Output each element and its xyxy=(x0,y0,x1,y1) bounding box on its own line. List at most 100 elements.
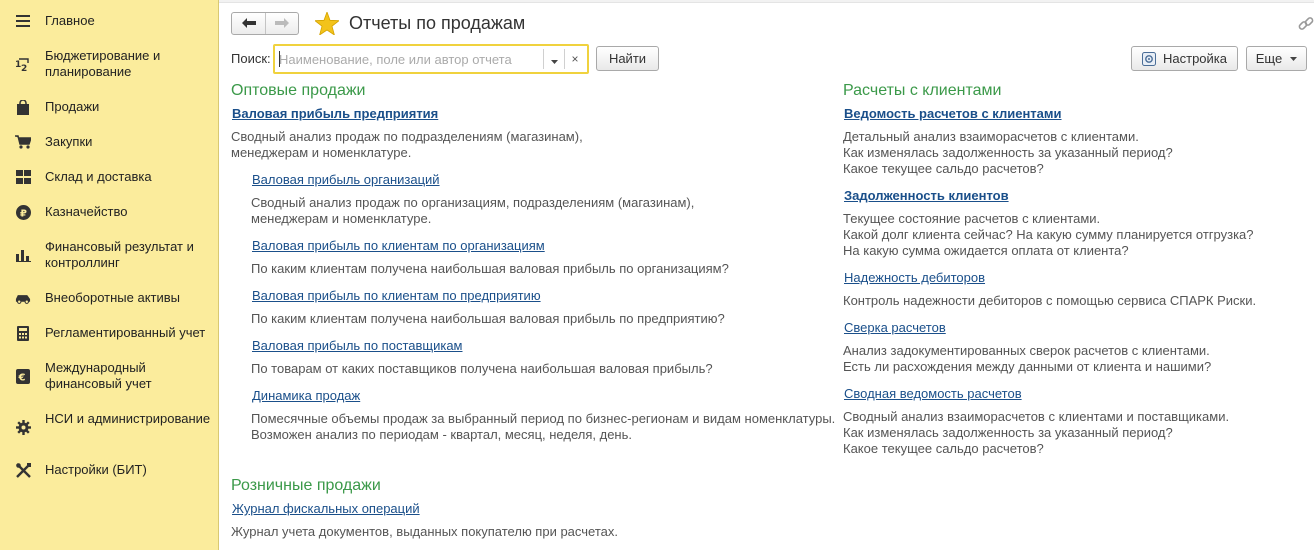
report-description: Какое текущее сальдо расчетов? xyxy=(843,161,1044,176)
report-link[interactable]: Ведомость расчетов с клиентами xyxy=(844,106,1062,122)
back-button[interactable] xyxy=(232,13,265,34)
report-description: Детальный анализ взаиморасчетов с клиент… xyxy=(843,129,1139,144)
report-description: Анализ задокументированных сверок расчет… xyxy=(843,343,1210,358)
sidebar-item-fixed-assets[interactable]: Внеоборотные активы xyxy=(0,290,218,308)
top-tab-strip xyxy=(219,0,1314,3)
favorite-star-button[interactable] xyxy=(313,10,341,38)
settings-button[interactable]: Настройка xyxy=(1131,46,1238,71)
report-description: Текущее состояние расчетов с клиентами. xyxy=(843,211,1101,226)
arrow-right-icon xyxy=(275,16,289,31)
search-field: × xyxy=(273,44,589,74)
report-description: Сводный анализ взаиморасчетов с клиентам… xyxy=(843,409,1230,424)
report-description: менеджерам и номенклатуре. xyxy=(231,145,412,160)
history-nav xyxy=(231,12,299,35)
report-description: Как изменялась задолженность за указанны… xyxy=(843,425,1173,440)
sidebar-item-label: Склад и доставка xyxy=(45,169,152,184)
sidebar-item-purchases[interactable]: Закупки xyxy=(0,134,218,152)
sidebar: Главное 12 Бюджетирование и планирование… xyxy=(0,0,219,550)
report-description: Возможен анализ по периодам - квартал, м… xyxy=(251,427,632,442)
sidebar-item-nsi-admin[interactable]: НСИ и администрирование xyxy=(0,411,218,445)
sidebar-item-label: Продажи xyxy=(45,99,100,114)
report-description: Как изменялась задолженность за указанны… xyxy=(843,145,1173,160)
section-title-clients: Расчеты с клиентами xyxy=(843,82,1002,99)
menu-lines-icon xyxy=(15,13,31,29)
grid-icon xyxy=(15,169,31,185)
report-link[interactable]: Задолженность клиентов xyxy=(844,188,1009,204)
report-link[interactable]: Журнал фискальных операций xyxy=(232,501,420,517)
sidebar-item-label: Главное xyxy=(45,13,95,28)
sidebar-item-label: Закупки xyxy=(45,134,93,149)
shopping-bag-icon xyxy=(15,99,31,115)
sidebar-item-label: Бюджетирование и планирование xyxy=(45,48,161,79)
sidebar-item-label: Международный финансовый учет xyxy=(45,360,152,391)
sidebar-item-warehouse[interactable]: Склад и доставка xyxy=(0,169,218,187)
sidebar-item-international-accounting[interactable]: € Международный финансовый учет xyxy=(0,360,218,394)
report-description: Контроль надежности дебиторов с помощью … xyxy=(843,293,1257,308)
search-clear-button[interactable]: × xyxy=(564,49,585,69)
report-description: Сводный анализ продаж по организациям, п… xyxy=(251,195,695,210)
report-link[interactable]: Валовая прибыль по клиентам по предприят… xyxy=(252,288,541,304)
svg-text:€: € xyxy=(18,372,26,383)
more-button-label: Еще xyxy=(1255,51,1283,66)
sidebar-item-label: Финансовый результат и контроллинг xyxy=(45,239,194,270)
text-cursor xyxy=(279,51,280,67)
budget-icon: 12 xyxy=(15,56,31,72)
report-description: Есть ли расхождения между данными от кли… xyxy=(843,359,1212,374)
sidebar-item-regulated-accounting[interactable]: Регламентированный учет xyxy=(0,325,218,343)
report-link[interactable]: Валовая прибыль предприятия xyxy=(232,106,438,122)
report-description: По каким клиентам получена наибольшая ва… xyxy=(251,261,729,276)
sidebar-item-treasury[interactable]: ₽ Казначейство xyxy=(0,204,218,222)
report-link[interactable]: Валовая прибыль организаций xyxy=(252,172,440,188)
report-description: Помесячные объемы продаж за выбранный пе… xyxy=(251,411,836,426)
report-description: Сводный анализ продаж по подразделениям … xyxy=(231,129,583,144)
section-title-wholesale: Оптовые продажи xyxy=(231,82,366,99)
sidebar-item-bit-settings[interactable]: Настройки (БИТ) xyxy=(0,462,218,480)
more-button[interactable]: Еще xyxy=(1246,46,1307,71)
search-label: Поиск: xyxy=(231,51,271,66)
sidebar-item-sales[interactable]: Продажи xyxy=(0,99,218,117)
link-icon xyxy=(1298,17,1314,35)
sidebar-item-budgeting[interactable]: 12 Бюджетирование и планирование xyxy=(0,48,218,82)
report-link[interactable]: Сводная ведомость расчетов xyxy=(844,386,1022,402)
find-button[interactable]: Найти xyxy=(596,46,659,71)
chevron-down-icon xyxy=(550,52,558,67)
gear-icon xyxy=(15,419,31,435)
sidebar-item-main[interactable]: Главное xyxy=(0,13,218,31)
report-link[interactable]: Валовая прибыль по клиентам по организац… xyxy=(252,238,545,254)
ruble-coin-icon: ₽ xyxy=(15,204,31,220)
link-button[interactable] xyxy=(1298,16,1314,32)
svg-text:2: 2 xyxy=(21,64,27,72)
sidebar-item-label: Регламентированный учет xyxy=(45,325,206,340)
bar-chart-icon xyxy=(15,247,31,263)
star-icon xyxy=(313,10,341,38)
report-description: Какое текущее сальдо расчетов? xyxy=(843,441,1044,456)
report-link[interactable]: Надежность дебиторов xyxy=(844,270,985,286)
report-description: Журнал учета документов, выданных покупа… xyxy=(231,524,618,539)
sidebar-item-label: НСИ и администрирование xyxy=(45,411,211,426)
car-icon xyxy=(15,290,31,306)
euro-icon: € xyxy=(15,368,31,384)
settings-button-label: Настройка xyxy=(1163,51,1227,66)
report-description: На какую сумма ожидается оплата от клиен… xyxy=(843,243,1129,258)
forward-button[interactable] xyxy=(265,13,298,34)
settings-icon xyxy=(1142,51,1156,66)
tools-icon xyxy=(15,462,31,478)
report-link[interactable]: Сверка расчетов xyxy=(844,320,946,336)
arrow-left-icon xyxy=(241,16,256,31)
sidebar-item-label: Казначейство xyxy=(45,204,128,219)
page-title: Отчеты по продажам xyxy=(349,13,526,33)
sidebar-item-financial-result[interactable]: Финансовый результат и контроллинг xyxy=(0,239,218,273)
report-description: Какой долг клиента сейчас? На какую сумм… xyxy=(843,227,1254,242)
search-history-dropdown[interactable] xyxy=(543,49,564,69)
report-link[interactable]: Валовая прибыль по поставщикам xyxy=(252,338,463,354)
close-icon: × xyxy=(571,52,579,66)
sidebar-item-label: Внеоборотные активы xyxy=(45,290,181,305)
report-description: По товарам от каких поставщиков получена… xyxy=(251,361,713,376)
svg-text:₽: ₽ xyxy=(20,208,27,219)
search-input[interactable] xyxy=(279,50,541,68)
chevron-down-icon xyxy=(1290,56,1298,61)
report-description: менеджерам и номенклатуре. xyxy=(251,211,432,226)
calculator-icon xyxy=(15,325,31,341)
report-link[interactable]: Динамика продаж xyxy=(252,388,360,404)
cart-icon xyxy=(15,134,31,150)
